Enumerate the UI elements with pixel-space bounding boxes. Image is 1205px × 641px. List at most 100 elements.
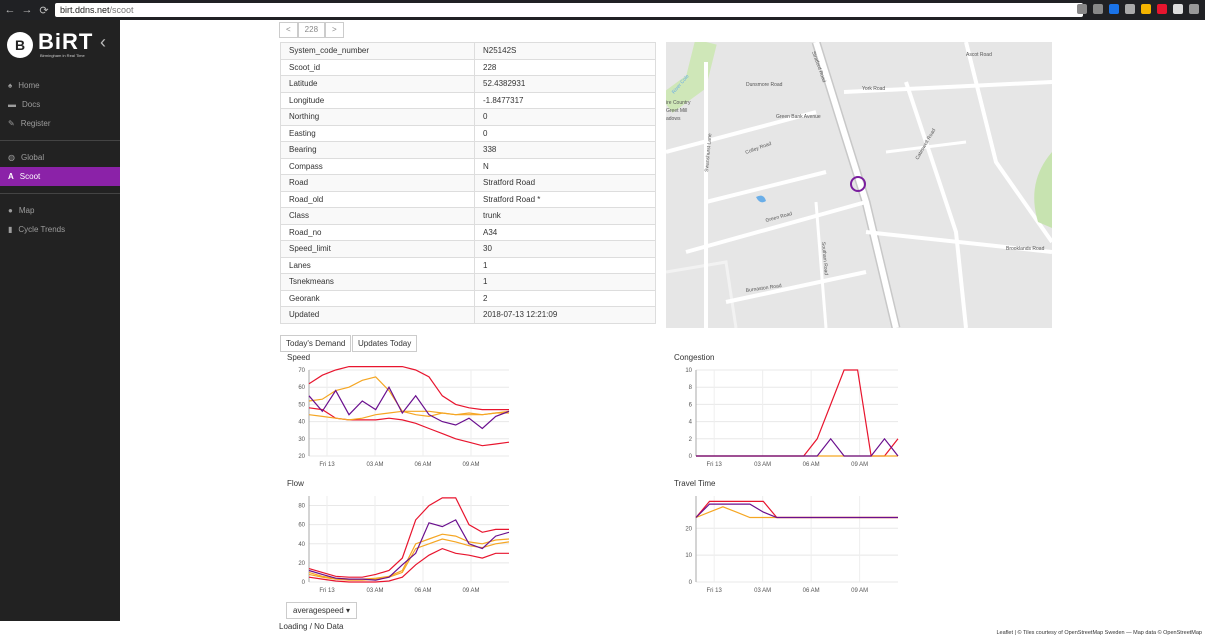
brand-name: BiRT: [38, 29, 94, 54]
status-text: Loading / No Data: [279, 622, 344, 631]
globe-icon: ◍: [8, 153, 15, 162]
y-tick-label: 0: [689, 580, 693, 586]
bookmark-star-icon[interactable]: [1093, 4, 1103, 14]
property-key: Updated: [280, 306, 475, 324]
x-tick-label: 06 AM: [803, 588, 820, 594]
pager-prev-button[interactable]: <: [279, 22, 298, 38]
property-key: Road_no: [280, 223, 475, 241]
zoom-icon[interactable]: [1077, 4, 1087, 14]
y-tick-label: 6: [689, 402, 693, 408]
bar-chart-icon: ▮: [8, 225, 13, 234]
property-key: Road_old: [280, 190, 475, 208]
extension-icon[interactable]: [1141, 4, 1151, 14]
pager: < 228 >: [279, 22, 344, 38]
folder-icon: ▬: [8, 100, 16, 109]
property-row: Georank 2: [280, 289, 656, 307]
sidebar-item-label: Docs: [22, 100, 41, 109]
property-key: Compass: [280, 157, 475, 175]
sidebar-item-home[interactable]: ♠ Home: [0, 76, 120, 95]
address-bar[interactable]: birt.ddns.net/scoot: [55, 3, 1083, 17]
map[interactable]: Stratford Road York Road Green Bank Aven…: [666, 42, 1052, 328]
series-line: [695, 503, 898, 519]
reload-icon[interactable]: ⟳: [37, 4, 51, 17]
map-label: York Road: [862, 86, 885, 92]
metric-dropdown[interactable]: averagespeed ▾: [286, 602, 357, 619]
property-value: 2018-07-13 12:21:09: [474, 306, 656, 324]
pager-next-button[interactable]: >: [325, 22, 344, 38]
extension-icon[interactable]: [1173, 4, 1183, 14]
sidebar-item-label: Register: [20, 119, 51, 128]
pager-value[interactable]: 228: [297, 22, 326, 38]
property-value: trunk: [474, 207, 656, 225]
sidebar-item-global[interactable]: ◍ Global: [0, 148, 120, 167]
divider: [0, 140, 120, 141]
series-line: [308, 385, 510, 430]
y-tick-label: 60: [298, 385, 305, 391]
home-icon: ♠: [8, 81, 13, 90]
property-row: System_code_number N25142S: [280, 42, 656, 60]
property-row: Class trunk: [280, 207, 656, 225]
property-key: Lanes: [280, 256, 475, 274]
property-row: Speed_limit 30: [280, 240, 656, 258]
sidebar: B BiRT Birmingham in Real Time ‹ ♠ Home ▬…: [0, 20, 120, 621]
x-tick-label: Fri 13: [707, 588, 723, 594]
y-tick-label: 2: [689, 437, 693, 443]
property-value: 0: [474, 124, 656, 142]
metric-dropdown-label: averagespeed: [293, 606, 344, 615]
map-marker-icon: ●: [8, 206, 13, 215]
extension-icon[interactable]: [1157, 4, 1167, 14]
property-key: Road: [280, 174, 475, 192]
property-row: Road Stratford Road: [280, 174, 656, 192]
forward-icon[interactable]: →: [20, 4, 34, 16]
sidebar-item-label: Home: [18, 81, 40, 90]
updates-today-tab[interactable]: Updates Today: [352, 335, 418, 352]
y-tick-label: 30: [298, 437, 305, 443]
property-key: Easting: [280, 124, 475, 142]
property-value: N: [474, 157, 656, 175]
property-row: Latitude 52.4382931: [280, 75, 656, 93]
property-row: Scoot_id 228: [280, 58, 656, 76]
y-tick-label: 0: [689, 454, 693, 460]
sidebar-item-map[interactable]: ● Map: [0, 201, 120, 220]
todays-demand-tab[interactable]: Today's Demand: [280, 335, 352, 352]
map-tiles: Stratford Road York Road Green Bank Aven…: [666, 42, 1052, 328]
property-row: Updated 2018-07-13 12:21:09: [280, 306, 656, 324]
x-tick-label: 09 AM: [462, 462, 479, 468]
sidebar-item-docs[interactable]: ▬ Docs: [0, 95, 120, 114]
x-tick-label: 03 AM: [366, 588, 383, 594]
chart-title-flow: Flow: [287, 479, 304, 488]
extension-icon[interactable]: [1189, 4, 1199, 14]
extension-icon[interactable]: [1125, 4, 1135, 14]
y-tick-label: 60: [298, 523, 305, 529]
sidebar-item-label: Cycle Trends: [18, 225, 66, 234]
y-tick-label: 70: [298, 368, 305, 374]
extension-icons: [1077, 4, 1199, 14]
property-value: 1: [474, 273, 656, 291]
collapse-chevron-icon[interactable]: ‹: [100, 32, 106, 53]
sidebar-item-register[interactable]: ✎ Register: [0, 114, 120, 133]
property-row: Easting 0: [280, 124, 656, 142]
property-value: 338: [474, 141, 656, 159]
chart-title-speed: Speed: [287, 353, 311, 362]
y-tick-label: 20: [298, 454, 305, 460]
sidebar-item-label: Global: [20, 153, 45, 162]
scoot-icon: A: [8, 172, 14, 181]
series-line: [308, 497, 509, 578]
property-key: Northing: [280, 108, 475, 126]
logo[interactable]: B BiRT Birmingham in Real Time ‹: [0, 20, 120, 70]
y-tick-label: 10: [685, 553, 692, 559]
back-icon[interactable]: ←: [3, 4, 17, 16]
map-attribution: Leaflet | © Tiles courtesy of OpenStreet…: [996, 630, 1202, 636]
caret-down-icon: ▾: [345, 606, 350, 615]
x-tick-label: 09 AM: [851, 588, 868, 594]
property-value: 0: [474, 108, 656, 126]
series-line: [695, 506, 898, 519]
map-label: Brooklands Road: [1006, 246, 1045, 252]
sidebar-item-scoot[interactable]: A Scoot: [0, 167, 120, 186]
property-value: A34: [474, 223, 656, 241]
sidebar-item-cycle-trends[interactable]: ▮ Cycle Trends: [0, 220, 120, 239]
map-label: ire Country: [666, 100, 691, 106]
property-value: -1.8477317: [474, 91, 656, 109]
properties-table: System_code_number N25142S Scoot_id 228 Lati…: [280, 42, 656, 324]
extension-icon[interactable]: [1109, 4, 1119, 14]
